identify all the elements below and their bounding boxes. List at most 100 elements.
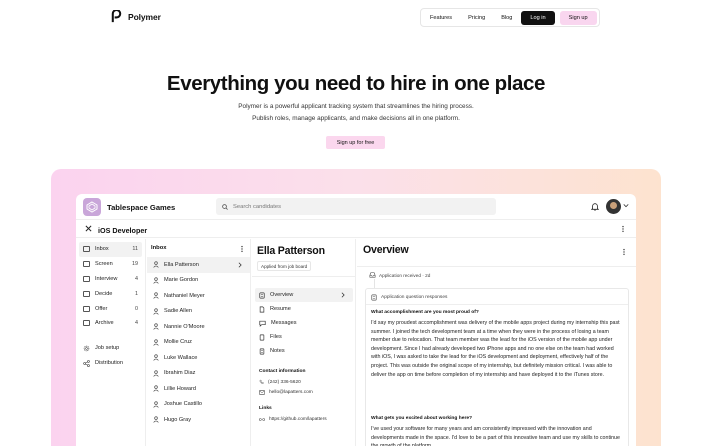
inbox-icon (369, 272, 376, 278)
org-avatar[interactable] (83, 198, 101, 216)
distribution-link[interactable]: Distribution (76, 356, 145, 371)
link-url: https://github.com/lapatters (269, 417, 327, 422)
tab-overview[interactable]: Overview (255, 288, 353, 302)
candidate-row-name: Sadie Allen (164, 308, 192, 315)
signup-button[interactable]: Sign up (559, 10, 597, 25)
org-logo-icon (86, 201, 98, 213)
more-vertical-icon[interactable] (240, 245, 244, 253)
search-icon (222, 203, 228, 210)
source-badge: Applied from job board (257, 261, 312, 271)
candidate-link[interactable]: https://github.com/lapatters (259, 417, 327, 422)
stage-sidebar: Inbox 11 Screen 19 Interview 4 Decide 1 … (76, 239, 146, 446)
answer-2: I've used your software for many years a… (371, 426, 620, 446)
more-vertical-icon[interactable] (621, 225, 625, 233)
search-input[interactable]: Search candidates (216, 198, 496, 215)
stage-decide[interactable]: Decide 1 (76, 286, 145, 301)
signup-free-button[interactable]: Sign up for free (326, 136, 385, 149)
stage-label: Interview (95, 275, 118, 282)
document-icon (259, 292, 265, 298)
card-title: Application question responses (381, 295, 448, 300)
overview-title: Overview (363, 244, 409, 256)
person-icon (153, 370, 159, 377)
person-icon (153, 416, 159, 423)
tab-resume[interactable]: Resume (255, 302, 353, 316)
person-icon (153, 323, 159, 330)
person-icon (153, 354, 159, 361)
nav-link-features[interactable]: Features (423, 12, 459, 24)
stage-interview[interactable]: Interview 4 (76, 272, 145, 287)
stage-count: 4 (135, 320, 138, 327)
candidate-row[interactable]: Ella Patterson (147, 257, 250, 273)
nav-link-blog[interactable]: Blog (494, 12, 519, 24)
links-heading: Links (259, 406, 272, 411)
user-avatar[interactable] (606, 199, 621, 214)
brand-logo[interactable]: Polymer (110, 10, 161, 23)
distribution-label: Distribution (95, 360, 123, 367)
job-title: iOS Developer (98, 226, 148, 235)
candidate-row[interactable]: Marie Gordon (147, 273, 250, 289)
candidate-row[interactable]: Sadie Allen (147, 304, 250, 320)
candidate-row-name: Mollie Cruz (164, 339, 192, 346)
contact-email[interactable]: hello@lapatters.com (259, 390, 313, 395)
nav-link-pricing[interactable]: Pricing (461, 12, 492, 24)
document-icon (371, 294, 377, 301)
candidate-row[interactable]: Luke Wallace (147, 350, 250, 366)
candidate-row-name: Ibrahim Diaz (164, 370, 196, 377)
timeline-event: Application received · 2d (369, 272, 430, 278)
share-icon (83, 359, 90, 367)
job-setup-link[interactable]: Job setup (76, 341, 145, 356)
chevron-down-icon[interactable] (623, 203, 629, 208)
mail-icon (259, 390, 265, 395)
stage-screen[interactable]: Screen 19 (76, 257, 145, 272)
stage-count: 11 (132, 246, 138, 253)
person-icon (153, 308, 159, 315)
stage-archive[interactable]: Archive 4 (76, 316, 145, 331)
hero-subtitle: Polymer is a powerful applicant tracking… (0, 101, 712, 125)
chevron-right-icon (238, 262, 242, 268)
login-button[interactable]: Log in (521, 10, 555, 25)
archive-icon (83, 320, 90, 327)
candidate-row[interactable]: Lillie Howard (147, 381, 250, 397)
candidate-row-name: Marie Gordon (164, 277, 199, 284)
phone-number: (242) 336-5620 (268, 379, 301, 385)
stage-count: 0 (135, 305, 138, 312)
person-icon (153, 261, 159, 268)
person-icon (153, 292, 159, 299)
candidate-list-panel: Inbox Ella Patterson Marie Gordon Nathanie… (147, 239, 251, 446)
candidate-row[interactable]: Ibrahim Diaz (147, 366, 250, 382)
close-icon[interactable] (85, 225, 92, 232)
candidate-row[interactable]: Hugo Gray (147, 412, 250, 428)
bell-icon[interactable] (591, 202, 599, 211)
contact-phone[interactable]: (242) 336-5620 (259, 379, 301, 385)
message-icon (259, 320, 266, 327)
tab-label: Files (270, 334, 282, 340)
polymer-logo-icon (111, 10, 122, 23)
link-icon (259, 418, 265, 421)
phone-icon (259, 379, 264, 384)
answer-1: I'd say my proudest accomplishment was d… (371, 320, 620, 378)
candidate-row[interactable]: Mollie Cruz (147, 335, 250, 351)
stage-label: Archive (95, 320, 114, 327)
candidate-row-name: Nathaniel Meyer (164, 292, 205, 299)
candidate-row-name: Ella Patterson (164, 261, 199, 268)
top-nav: Polymer Features Pricing Blog Log in Sig… (0, 0, 712, 36)
tab-messages[interactable]: Messages (255, 316, 353, 330)
tab-notes[interactable]: Notes (255, 344, 353, 358)
job-bar: iOS Developer (76, 221, 636, 238)
card-header: Application question responses (371, 294, 447, 301)
candidate-name: Ella Patterson (257, 245, 325, 257)
candidate-row[interactable]: Joshue Castillo (147, 397, 250, 413)
tab-files[interactable]: Files (255, 330, 353, 344)
candidate-row[interactable]: Nannie O'Moore (147, 319, 250, 335)
folder-icon (83, 290, 90, 297)
search-placeholder: Search candidates (233, 203, 282, 210)
stage-inbox[interactable]: Inbox 11 (79, 242, 142, 257)
gear-icon (83, 345, 90, 352)
stage-offer[interactable]: Offer 0 (76, 301, 145, 316)
tab-label: Resume (270, 306, 291, 312)
candidate-row[interactable]: Nathaniel Meyer (147, 288, 250, 304)
more-vertical-icon[interactable] (622, 248, 626, 256)
overview-panel: Overview Application received · 2d Appli… (357, 239, 636, 446)
person-icon (153, 277, 159, 284)
tab-label: Notes (270, 348, 285, 354)
